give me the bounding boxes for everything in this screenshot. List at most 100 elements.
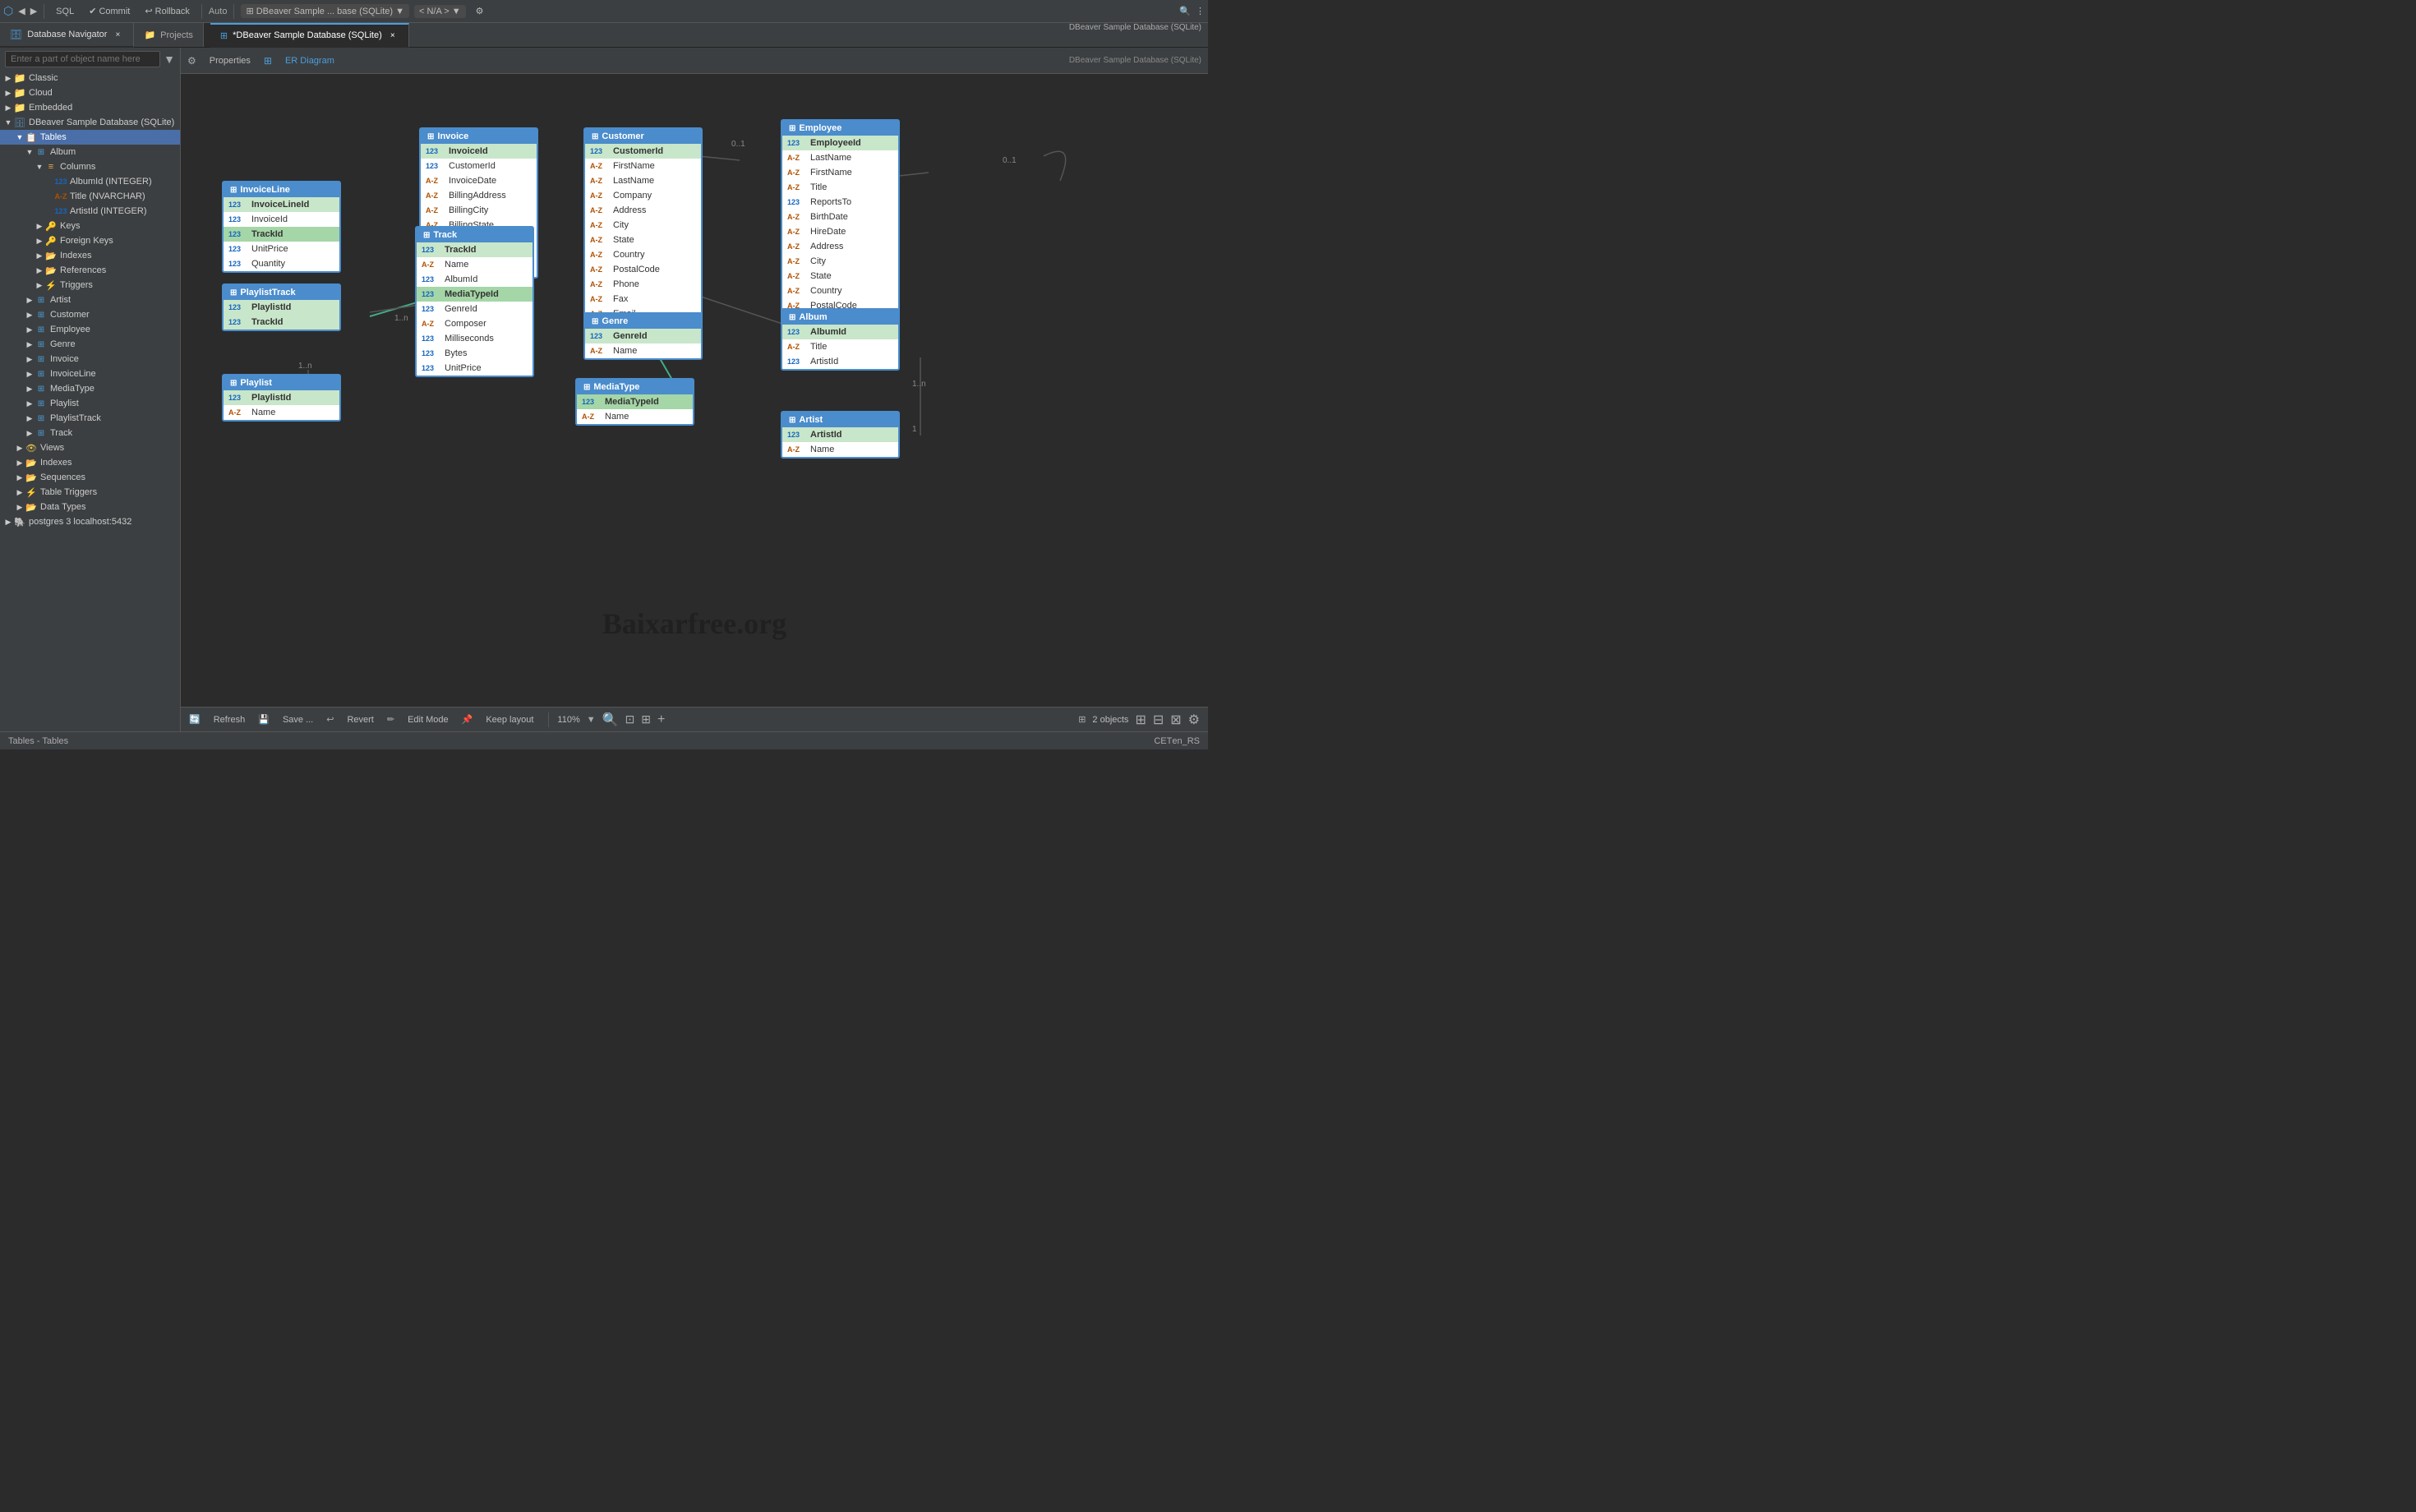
er-table-customer[interactable]: ⊞ Customer123CustomerIdA-ZFirstNameA-ZLa… bbox=[583, 127, 703, 338]
er-table-header-mediatype: ⊞ MediaType bbox=[577, 380, 693, 394]
zoom-out-btn[interactable]: 🔍 bbox=[602, 712, 619, 728]
er-table-genre[interactable]: ⊞ Genre123GenreIdA-ZName bbox=[583, 312, 703, 360]
layout-icon3[interactable]: ⊠ bbox=[1170, 712, 1181, 728]
er-col-employee-firstname: A-ZFirstName bbox=[782, 165, 898, 180]
table-icon: ⊞ bbox=[35, 339, 48, 350]
er-col-customer-firstname: A-ZFirstName bbox=[585, 159, 701, 173]
search-input[interactable] bbox=[5, 51, 160, 67]
settings-btn[interactable]: ⚙ bbox=[471, 4, 489, 18]
sidebar-label: Triggers bbox=[60, 280, 93, 290]
tab-projects[interactable]: 📁 Projects bbox=[134, 23, 203, 47]
sidebar-item-genre[interactable]: ▶ ⊞ Genre bbox=[0, 337, 180, 352]
sidebar-item-album[interactable]: ▼ ⊞ Album bbox=[0, 145, 180, 159]
er-col-employee-employeeid: 123EmployeeId bbox=[782, 136, 898, 150]
sidebar-item-embedded[interactable]: ▶ 📁 Embedded bbox=[0, 100, 180, 115]
search-btn[interactable]: 🔍 bbox=[1179, 6, 1191, 16]
table-icon: ⊞ bbox=[35, 324, 48, 335]
er-col-customer-company: A-ZCompany bbox=[585, 188, 701, 203]
sidebar-item-tables[interactable]: ▼ 📋 Tables bbox=[0, 130, 180, 145]
sidebar-item-classic[interactable]: ▶ 📁 Classic bbox=[0, 71, 180, 85]
table-icon: ⊞ bbox=[35, 368, 48, 380]
db-selector[interactable]: ⊞ DBeaver Sample ... base (SQLite) ▼ bbox=[241, 4, 409, 18]
tab-er-diagram[interactable]: ER Diagram bbox=[279, 53, 341, 68]
er-col-invoice-billingaddress: A-ZBillingAddress bbox=[421, 188, 537, 203]
sidebar-item-indexes[interactable]: ▶ 📂 Indexes bbox=[0, 248, 180, 263]
er-table-playlist[interactable]: ⊞ Playlist123PlaylistIdA-ZName bbox=[222, 374, 341, 422]
expand-icon: ▶ bbox=[15, 503, 25, 512]
sidebar-item-refs[interactable]: ▶ 📂 References bbox=[0, 263, 180, 278]
sidebar-item-dbeaver-db[interactable]: ▼ 🗄 DBeaver Sample Database (SQLite) bbox=[0, 115, 180, 130]
main-tab-close[interactable]: × bbox=[387, 30, 399, 41]
er-table-track[interactable]: ⊞ Track123TrackIdA-ZName123AlbumId123Med… bbox=[415, 226, 534, 377]
er-table-album[interactable]: ⊞ Album123AlbumIdA-ZTitle123ArtistId bbox=[781, 308, 900, 371]
sidebar-item-postgres[interactable]: ▶ 🐘 postgres 3 localhost:5432 bbox=[0, 514, 180, 529]
filter-icon[interactable]: ▼ bbox=[164, 53, 175, 66]
tab-close-icon[interactable]: × bbox=[112, 29, 123, 40]
sidebar-item-views[interactable]: ▶ 👁 Views bbox=[0, 440, 180, 455]
zoom-grid-btn[interactable]: ⊞ bbox=[641, 712, 651, 726]
sidebar-item-fk[interactable]: ▶ 🔑 Foreign Keys bbox=[0, 233, 180, 248]
zoom-plus-btn[interactable]: + bbox=[657, 712, 665, 727]
settings-icon[interactable]: ⚙ bbox=[1188, 712, 1200, 728]
sidebar-item-indexes-main[interactable]: ▶ 📂 Indexes bbox=[0, 455, 180, 470]
schema-selector[interactable]: < N/A > ▼ bbox=[414, 5, 466, 18]
sidebar-item-mediatype[interactable]: ▶ ⊞ MediaType bbox=[0, 381, 180, 396]
properties-icon: ⚙ bbox=[187, 55, 196, 67]
sidebar-item-sequences[interactable]: ▶ 📂 Sequences bbox=[0, 470, 180, 485]
er-table-mediatype[interactable]: ⊞ MediaType123MediaTypeIdA-ZName bbox=[575, 378, 694, 426]
er-table-playlisttrack[interactable]: ⊞ PlaylistTrack123PlaylistId123TrackId bbox=[222, 284, 341, 331]
sidebar-item-playlist[interactable]: ▶ ⊞ Playlist bbox=[0, 396, 180, 411]
sidebar-item-keys[interactable]: ▶ 🔑 Keys bbox=[0, 219, 180, 233]
er-col-customer-state: A-ZState bbox=[585, 233, 701, 247]
sidebar-item-artistid[interactable]: 123 ArtistId (INTEGER) bbox=[0, 204, 180, 219]
layout-icon2[interactable]: ⊟ bbox=[1153, 712, 1164, 728]
sidebar-label: Table Triggers bbox=[40, 487, 97, 497]
sidebar-item-playlisttrack[interactable]: ▶ ⊞ PlaylistTrack bbox=[0, 411, 180, 426]
tab-properties[interactable]: Properties bbox=[203, 53, 257, 68]
nav-forward-btn[interactable]: ▶ bbox=[30, 6, 37, 16]
keep-layout-btn[interactable]: Keep layout bbox=[479, 712, 540, 727]
sidebar-item-title[interactable]: A-Z Title (NVARCHAR) bbox=[0, 189, 180, 204]
er-col-genre-genreid: 123GenreId bbox=[585, 329, 701, 343]
rollback-btn[interactable]: ↩ Rollback bbox=[140, 4, 194, 18]
er-table-invoiceline[interactable]: ⊞ InvoiceLine123InvoiceLineId123InvoiceI… bbox=[222, 181, 341, 273]
zoom-fit-btn[interactable]: ⊡ bbox=[625, 712, 635, 726]
refresh-icon: 🔄 bbox=[189, 714, 201, 725]
menu-btn[interactable]: ⋮ bbox=[1196, 6, 1205, 16]
sidebar-item-artist[interactable]: ▶ ⊞ Artist bbox=[0, 293, 180, 307]
sidebar-search-bar: ▼ bbox=[0, 48, 180, 71]
sql-btn[interactable]: SQL bbox=[51, 5, 79, 18]
sidebar-item-customer[interactable]: ▶ ⊞ Customer bbox=[0, 307, 180, 322]
sidebar-item-employee[interactable]: ▶ ⊞ Employee bbox=[0, 322, 180, 337]
er-col-customer-address: A-ZAddress bbox=[585, 203, 701, 218]
sidebar-item-triggers[interactable]: ▶ ⚡ Triggers bbox=[0, 278, 180, 293]
tab-main[interactable]: ⊞ *DBeaver Sample Database (SQLite) × bbox=[210, 23, 409, 48]
refresh-btn[interactable]: Refresh bbox=[207, 712, 252, 727]
er-canvas[interactable]: 1 0..1 1 1..n 1..n 1 0..1 1..n 0..1 1..n… bbox=[181, 74, 1208, 707]
sidebar-item-datatypes[interactable]: ▶ 📂 Data Types bbox=[0, 500, 180, 514]
sidebar-item-albumid[interactable]: 123 AlbumId (INTEGER) bbox=[0, 174, 180, 189]
nav-back-btn[interactable]: ◀ bbox=[18, 6, 25, 16]
edit-mode-btn[interactable]: Edit Mode bbox=[401, 712, 455, 727]
expand-icon: ▶ bbox=[25, 340, 35, 349]
sidebar-item-columns[interactable]: ▼ ≡ Columns bbox=[0, 159, 180, 174]
revert-btn[interactable]: Revert bbox=[340, 712, 380, 727]
sidebar-item-invoiceline[interactable]: ▶ ⊞ InvoiceLine bbox=[0, 366, 180, 381]
sidebar-item-invoice[interactable]: ▶ ⊞ Invoice bbox=[0, 352, 180, 366]
tab-db-navigator[interactable]: 🗄 Database Navigator × bbox=[0, 23, 134, 48]
svg-text:1: 1 bbox=[912, 425, 917, 434]
save-icon: 💾 bbox=[258, 714, 270, 725]
sidebar-item-cloud[interactable]: ▶ 📁 Cloud bbox=[0, 85, 180, 100]
sidebar-item-track[interactable]: ▶ ⊞ Track bbox=[0, 426, 180, 440]
save-btn[interactable]: Save ... bbox=[276, 712, 320, 727]
table-icon: ⊞ bbox=[35, 146, 48, 158]
content-toolbar: ⚙ Properties ⊞ ER Diagram DBeaver Sample… bbox=[181, 48, 1208, 74]
commit-btn[interactable]: ✔ Commit bbox=[84, 4, 135, 18]
keys-icon: 🔑 bbox=[44, 220, 58, 232]
er-table-artist[interactable]: ⊞ Artist123ArtistIdA-ZName bbox=[781, 411, 900, 459]
sidebar-item-tabletriggers[interactable]: ▶ ⚡ Table Triggers bbox=[0, 485, 180, 500]
er-col-invoice-billingcity: A-ZBillingCity bbox=[421, 203, 537, 218]
zoom-dropdown-btn[interactable]: ▼ bbox=[587, 715, 596, 725]
tables-folder-icon: 📋 bbox=[25, 131, 38, 143]
layout-icon1[interactable]: ⊞ bbox=[1135, 712, 1146, 728]
